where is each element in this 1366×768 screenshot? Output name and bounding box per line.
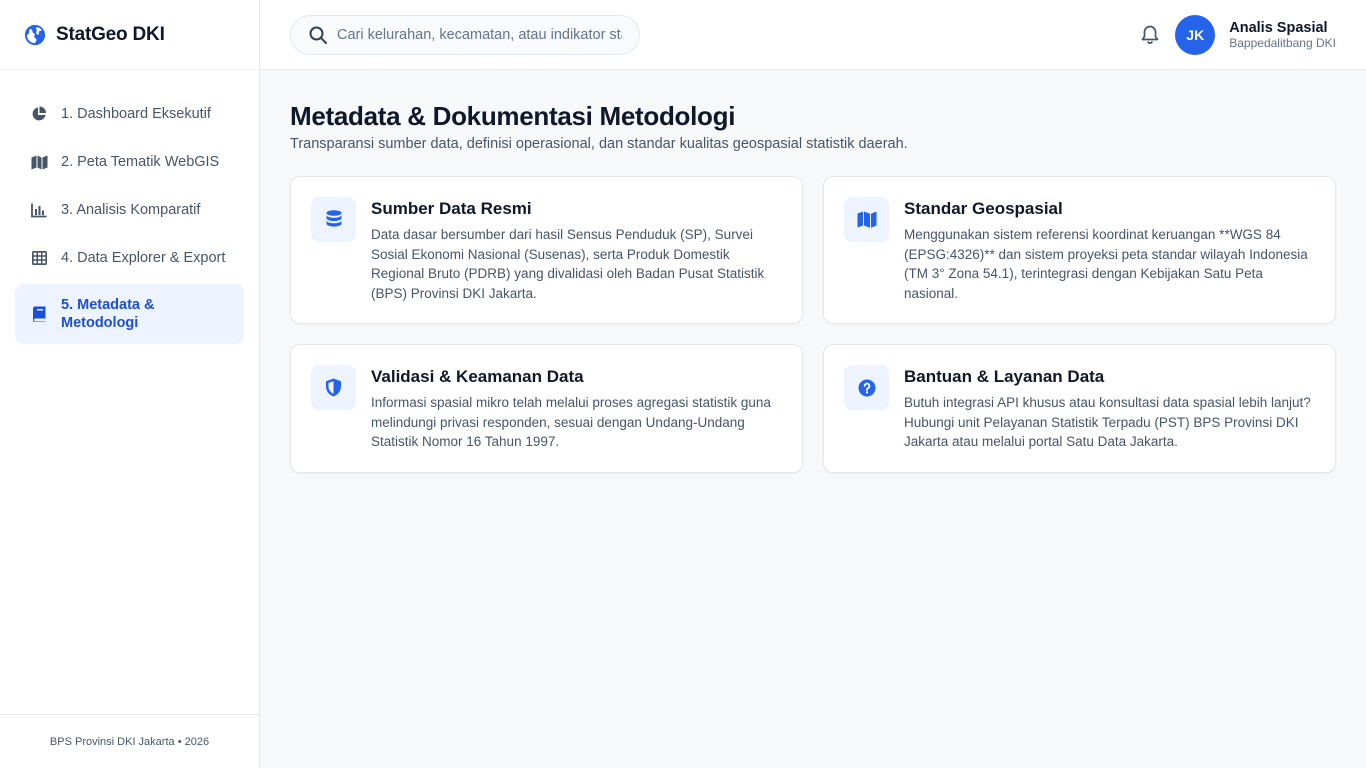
table-icon bbox=[30, 249, 48, 267]
top-header: JK Analis Spasial Bappedalitbang DKI bbox=[260, 0, 1366, 70]
bell-icon[interactable] bbox=[1139, 24, 1161, 46]
card-grid: Sumber Data Resmi Data dasar bersumber d… bbox=[290, 176, 1336, 473]
card-title: Bantuan & Layanan Data bbox=[904, 367, 1105, 386]
book-icon bbox=[30, 305, 48, 323]
sidebar-item-dashboard[interactable]: 1. Dashboard Eksekutif bbox=[15, 90, 244, 138]
shield-icon bbox=[311, 365, 356, 410]
help-circle-icon bbox=[844, 365, 889, 410]
user-info[interactable]: Analis Spasial Bappedalitbang DKI bbox=[1229, 20, 1336, 50]
page-title: Metadata & Dokumentasi Metodologi bbox=[290, 101, 736, 131]
card-validasi-keamanan: Validasi & Keamanan Data Informasi spasi… bbox=[290, 344, 803, 473]
sidebar-item-label: 4. Data Explorer & Export bbox=[61, 250, 226, 266]
card-text: Data dasar bersumber dari hasil Sensus P… bbox=[371, 227, 765, 301]
user-org: Bappedalitbang DKI bbox=[1229, 35, 1336, 50]
map-icon bbox=[844, 197, 889, 242]
sidebar-item-metadata[interactable]: 5. Metadata & Metodologi bbox=[15, 284, 244, 344]
card-standar-geospasial: Standar Geospasial Menggunakan sistem re… bbox=[823, 176, 1336, 324]
search-bar[interactable] bbox=[290, 14, 640, 55]
card-text: Informasi spasial mikro telah melalui pr… bbox=[371, 395, 771, 449]
bar-chart-icon bbox=[30, 201, 48, 219]
card-text: Menggunakan sistem referensi koordinat k… bbox=[904, 227, 1308, 301]
sidebar-item-label: 1. Dashboard Eksekutif bbox=[61, 106, 211, 122]
sidebar-item-data-explorer[interactable]: 4. Data Explorer & Export bbox=[15, 234, 244, 282]
pie-chart-icon bbox=[30, 105, 48, 123]
database-icon bbox=[311, 197, 356, 242]
sidebar-item-webgis[interactable]: 2. Peta Tematik WebGIS bbox=[15, 138, 244, 186]
sidebar-footer: BPS Provinsi DKI Jakarta • 2026 bbox=[0, 714, 259, 768]
sidebar-item-analisis[interactable]: 3. Analisis Komparatif bbox=[15, 186, 244, 234]
search-icon bbox=[309, 26, 327, 44]
header-right: JK Analis Spasial Bappedalitbang DKI bbox=[1139, 14, 1336, 55]
card-text: Butuh integrasi API khusus atau konsulta… bbox=[904, 395, 1311, 449]
card-sumber-data: Sumber Data Resmi Data dasar bersumber d… bbox=[290, 176, 803, 324]
sidebar-item-label: 3. Analisis Komparatif bbox=[61, 202, 201, 218]
sidebar: StatGeo DKI 1. Dashboard Eksekutif 2. Pe… bbox=[0, 0, 260, 768]
brand[interactable]: StatGeo DKI bbox=[0, 0, 259, 70]
sidebar-item-label: 5. Metadata & Metodologi bbox=[61, 297, 155, 331]
user-name: Analis Spasial bbox=[1229, 19, 1328, 36]
card-title: Standar Geospasial bbox=[904, 199, 1063, 218]
globe-icon bbox=[24, 24, 46, 46]
search-input[interactable] bbox=[337, 26, 622, 43]
map-icon bbox=[30, 153, 48, 171]
avatar[interactable]: JK bbox=[1175, 14, 1216, 55]
main-content: Metadata & Dokumentasi Metodologi Transp… bbox=[290, 100, 1336, 473]
page-subtitle: Transparansi sumber data, definisi opera… bbox=[290, 136, 908, 152]
card-title: Sumber Data Resmi bbox=[371, 199, 532, 218]
card-title: Validasi & Keamanan Data bbox=[371, 367, 584, 386]
brand-name: StatGeo DKI bbox=[56, 23, 165, 45]
sidebar-nav: 1. Dashboard Eksekutif 2. Peta Tematik W… bbox=[0, 70, 259, 344]
card-bantuan-layanan: Bantuan & Layanan Data Butuh integrasi A… bbox=[823, 344, 1336, 473]
sidebar-item-label: 2. Peta Tematik WebGIS bbox=[61, 154, 220, 170]
